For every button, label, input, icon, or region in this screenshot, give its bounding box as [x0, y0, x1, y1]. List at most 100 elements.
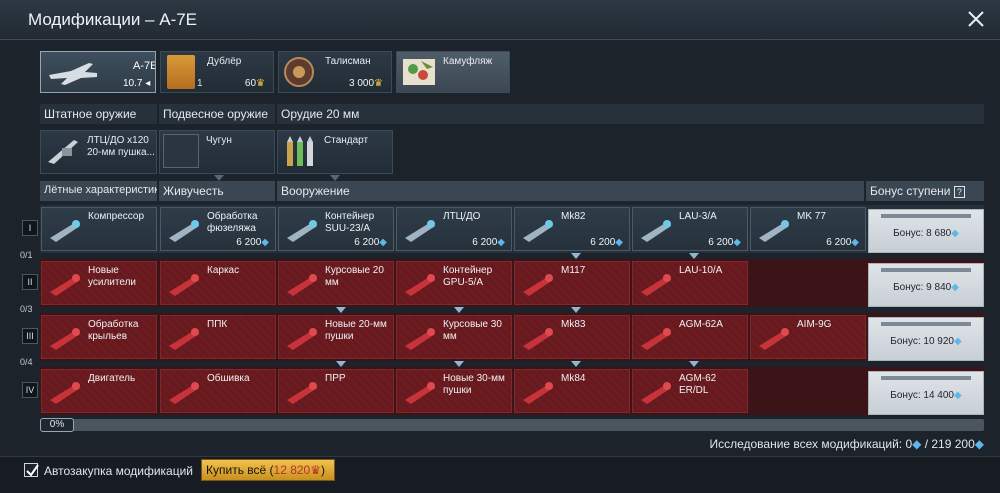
gun-pod-icon — [287, 382, 317, 404]
mod-card[interactable]: Контейнер GPU-5/A — [396, 261, 512, 305]
vehicle-name: А-7E — [133, 60, 156, 72]
mod-card[interactable]: ЛТЦ/ДО 6 200◆ — [396, 207, 512, 251]
research-progress-bar — [40, 419, 984, 431]
header-standard-weapons: Штатное оружие — [40, 104, 157, 124]
mod-card[interactable]: Обработка фюзеляжа 6 200◆ — [160, 207, 276, 251]
mod-title: MK 77 — [797, 211, 826, 222]
rocket-pod-icon — [641, 382, 671, 404]
bomb-icon — [523, 274, 553, 296]
mod-title: Курсовые 30 мм — [443, 319, 502, 342]
mod-price: 6 200◆ — [590, 237, 623, 248]
mod-card[interactable]: LAU-3/A 6 200◆ — [632, 207, 748, 251]
tree-arrow — [571, 253, 581, 259]
mod-card[interactable]: Двигатель — [41, 369, 157, 413]
mod-title: Двигатель — [88, 373, 136, 384]
airframe-icon — [169, 328, 199, 350]
mod-card[interactable]: Обработка крыльев — [41, 315, 157, 359]
mod-price: 6 200◆ — [354, 237, 387, 248]
tree-arrow — [689, 253, 699, 259]
mod-card[interactable]: Курсовые 30 мм — [396, 315, 512, 359]
help-icon[interactable]: ? — [953, 186, 965, 198]
header-survivability: Живучесть — [159, 181, 275, 201]
ammo-belt-card[interactable]: Стандарт — [277, 130, 393, 174]
research-summary: Исследование всех модификаций: 0◆ / 219 … — [709, 437, 984, 451]
rank-label-4: IV — [22, 382, 38, 398]
tree-arrow — [689, 361, 699, 367]
tier-bonus-2: Бонус: 9 840◆ — [868, 263, 984, 307]
tree-arrow — [454, 307, 464, 313]
buy-all-button[interactable]: Купить всё (12 820♛) — [201, 459, 335, 481]
compressor-icon — [50, 274, 80, 296]
gun-pod-icon — [287, 274, 317, 296]
mod-card[interactable]: Обшивка — [160, 369, 276, 413]
rank-label-2: II — [22, 274, 38, 290]
mod-title: Новые усилители — [88, 265, 137, 288]
mod-price-value: 6 200 — [472, 237, 498, 248]
camouflage-card[interactable]: Камуфляж — [396, 51, 510, 93]
mod-title: ЛТЦ/ДО — [443, 211, 481, 222]
mod-price-value: 6 200 — [354, 237, 380, 248]
mod-card[interactable]: Новые усилители — [41, 261, 157, 305]
header-flight-performance: Лётные характеристики — [40, 181, 157, 201]
header-cannon-20mm: Орудие 20 мм — [277, 104, 984, 124]
tier-bonus-text: Бонус: 10 920◆ — [890, 336, 962, 347]
mod-card[interactable]: ППК — [160, 315, 276, 359]
ammo-icon — [287, 136, 313, 166]
compressor-icon — [50, 328, 80, 350]
mod-price: 6 200◆ — [708, 237, 741, 248]
mod-title: Mk84 — [561, 373, 586, 384]
mod-price: 6 200◆ — [826, 237, 859, 248]
rocket-pod-icon — [641, 328, 671, 350]
mod-card[interactable]: AGM-62 ER/DL — [632, 369, 748, 413]
airframe-icon — [169, 382, 199, 404]
mod-card[interactable]: AGM-62A — [632, 315, 748, 359]
ammo-icon — [405, 220, 435, 242]
suspended-weapon-card[interactable]: Чугун — [159, 130, 275, 174]
mod-price-value: 6 200 — [708, 237, 734, 248]
tier-bonus-3: Бонус: 10 920◆ — [868, 317, 984, 361]
gun-pod-icon — [287, 220, 317, 242]
weapon-preset-card[interactable]: ЛТЦ/ДО x120 20-мм пушка... — [40, 130, 157, 174]
mod-title: LAU-3/A — [679, 211, 717, 222]
mod-card[interactable]: Новые 20-мм пушки — [278, 315, 394, 359]
tree-arrow — [571, 361, 581, 367]
auto-purchase-label: Автозакупка модификаций — [44, 464, 194, 478]
golden-eagle-icon: ♛ — [374, 78, 383, 89]
talisman-card[interactable]: Талисман 3 000♛ — [278, 51, 392, 93]
research-points-icon: ◆ — [733, 237, 741, 248]
mod-card[interactable]: Компрессор — [41, 207, 157, 251]
weapon-preset-label: ЛТЦ/ДО x120 20-мм пушка... — [87, 135, 155, 158]
mod-card[interactable]: ПРР — [278, 369, 394, 413]
mod-card[interactable]: LAU-10/A — [632, 261, 748, 305]
auto-purchase-checkbox[interactable] — [24, 463, 39, 477]
crew-backup-price: 60♛ — [244, 78, 265, 89]
bomb-icon — [523, 328, 553, 350]
mod-card[interactable]: Курсовые 20 мм — [278, 261, 394, 305]
tier-bonus-text: Бонус: 8 680◆ — [893, 228, 959, 239]
window-title: Модификации – А-7E — [28, 10, 198, 29]
bomb-rack-icon — [163, 134, 199, 168]
crew-backup-label: Дублёр — [207, 56, 242, 67]
research-points-icon: ◆ — [851, 237, 859, 248]
mod-card[interactable]: Mk82 6 200◆ — [514, 207, 630, 251]
airframe-icon — [169, 220, 199, 242]
mod-title: Новые 30-мм пушки — [443, 373, 505, 396]
tree-arrow — [336, 361, 346, 367]
mod-title: Каркас — [207, 265, 240, 276]
mod-title: Контейнер SUU-23/A — [325, 211, 375, 234]
tier-bonus-text: Бонус: 9 840◆ — [893, 282, 959, 293]
mod-card[interactable]: Каркас — [160, 261, 276, 305]
mod-card[interactable]: Mk84 — [514, 369, 630, 413]
close-icon[interactable] — [965, 8, 987, 30]
golden-eagle-icon: ♛ — [256, 78, 265, 89]
mod-card[interactable]: Новые 30-мм пушки — [396, 369, 512, 413]
mod-card[interactable]: AIM-9G — [750, 315, 866, 359]
mod-card[interactable]: M117 — [514, 261, 630, 305]
mod-card[interactable]: MK 77 6 200◆ — [750, 207, 866, 251]
vehicle-card[interactable]: А-7E 10.7 ◂ — [40, 51, 156, 93]
talisman-icon — [284, 57, 314, 87]
research-points-icon: ◆ — [974, 437, 984, 451]
mod-card[interactable]: Mk83 — [514, 315, 630, 359]
crew-backup-card[interactable]: Дублёр 1 60♛ — [160, 51, 274, 93]
mod-card[interactable]: Контейнер SUU-23/A 6 200◆ — [278, 207, 394, 251]
